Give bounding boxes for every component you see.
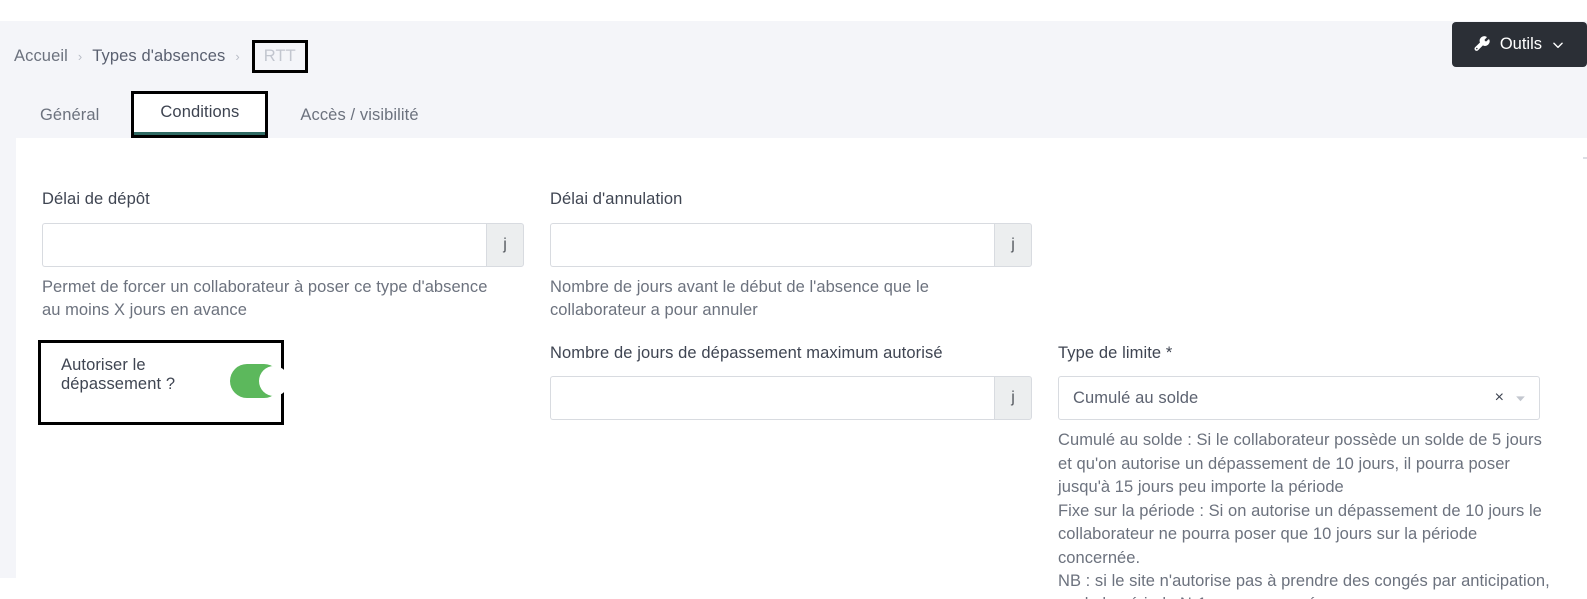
autoriser-depassement-label: Autoriser le dépassement ? (61, 356, 230, 394)
type-limite-selected-value: Cumulé au solde (1073, 389, 1495, 408)
conditions-panel: Délai de dépôt j Permet de forcer un col… (16, 138, 1583, 599)
autoriser-depassement-highlight: Autoriser le dépassement ? (38, 340, 284, 425)
outils-button-label: Outils (1500, 35, 1542, 54)
delai-annulation-label: Délai d'annulation (550, 190, 1016, 210)
wrench-icon (1474, 36, 1491, 53)
tab-general[interactable]: Général (14, 97, 125, 138)
breadcrumb-separator-icon: › (235, 50, 239, 63)
toggle-knob (259, 366, 289, 396)
autoriser-depassement-toggle[interactable] (230, 364, 281, 398)
chrome-area: Accueil › Types d'absences › RTT Général… (0, 21, 1587, 138)
form-row-2: Autoriser le dépassement ? Nombre de jou… (42, 344, 1583, 599)
type-limite-help-line: Cumulé au solde : Si le collaborateur po… (1058, 429, 1558, 499)
form-row-1: Délai de dépôt j Permet de forcer un col… (42, 190, 1583, 323)
left-gutter (0, 138, 16, 578)
delai-annulation-input[interactable] (550, 223, 994, 267)
conditions-form: Délai de dépôt j Permet de forcer un col… (16, 138, 1583, 599)
chevron-down-icon (1551, 38, 1565, 52)
delai-depot-input-group: j (42, 223, 524, 267)
top-strip (0, 0, 1587, 21)
page-root: Accueil › Types d'absences › RTT Général… (0, 0, 1587, 599)
tab-conditions[interactable]: Conditions (134, 94, 265, 135)
type-limite-label: Type de limite * (1058, 344, 1566, 364)
type-limite-select[interactable]: Cumulé au solde × (1058, 376, 1540, 420)
type-limite-help: Cumulé au solde : Si le collaborateur po… (1058, 429, 1558, 599)
jours-depassement-label: Nombre de jours de dépassement maximum a… (550, 344, 1016, 364)
outils-button[interactable]: Outils (1452, 22, 1587, 67)
breadcrumb-item-accueil[interactable]: Accueil (14, 47, 68, 66)
field-type-limite: Type de limite * Cumulé au solde × Cumul… (1058, 344, 1566, 599)
breadcrumb-item-rtt: RTT (255, 43, 305, 70)
field-jours-depassement: Nombre de jours de dépassement maximum a… (550, 344, 1058, 421)
field-delai-annulation: Délai d'annulation j Nombre de jours ava… (550, 190, 1058, 323)
field-delai-depot: Délai de dépôt j Permet de forcer un col… (42, 190, 550, 323)
active-tab-highlight: Conditions (131, 91, 268, 138)
breadcrumb-current-highlight: RTT (252, 40, 308, 73)
delai-depot-help: Permet de forcer un collaborateur à pose… (42, 276, 508, 323)
chevron-down-icon[interactable] (1514, 392, 1527, 405)
type-limite-help-line: NB : si le site n'autorise pas à prendre… (1058, 570, 1558, 599)
breadcrumb-item-types-absences[interactable]: Types d'absences (92, 47, 225, 66)
clear-icon[interactable]: × (1495, 390, 1504, 406)
delai-annulation-unit-addon: j (994, 223, 1032, 267)
jours-depassement-input[interactable] (550, 376, 994, 420)
delai-depot-unit-addon: j (486, 223, 524, 267)
jours-depassement-input-group: j (550, 376, 1032, 420)
delai-depot-input[interactable] (42, 223, 486, 267)
type-limite-help-line: Fixe sur la période : Si on autorise un … (1058, 500, 1558, 570)
delai-annulation-help: Nombre de jours avant le début de l'abse… (550, 276, 1016, 323)
jours-depassement-unit-addon: j (994, 376, 1032, 420)
field-autoriser-depassement: Autoriser le dépassement ? (42, 344, 550, 425)
tab-acces-visibilite[interactable]: Accès / visibilité (274, 97, 444, 138)
tab-bar: Général Conditions Accès / visibilité (0, 91, 1587, 138)
delai-depot-label: Délai de dépôt (42, 190, 508, 210)
breadcrumb-separator-icon: › (78, 50, 82, 63)
breadcrumb: Accueil › Types d'absences › RTT (0, 21, 1587, 91)
delai-annulation-input-group: j (550, 223, 1032, 267)
